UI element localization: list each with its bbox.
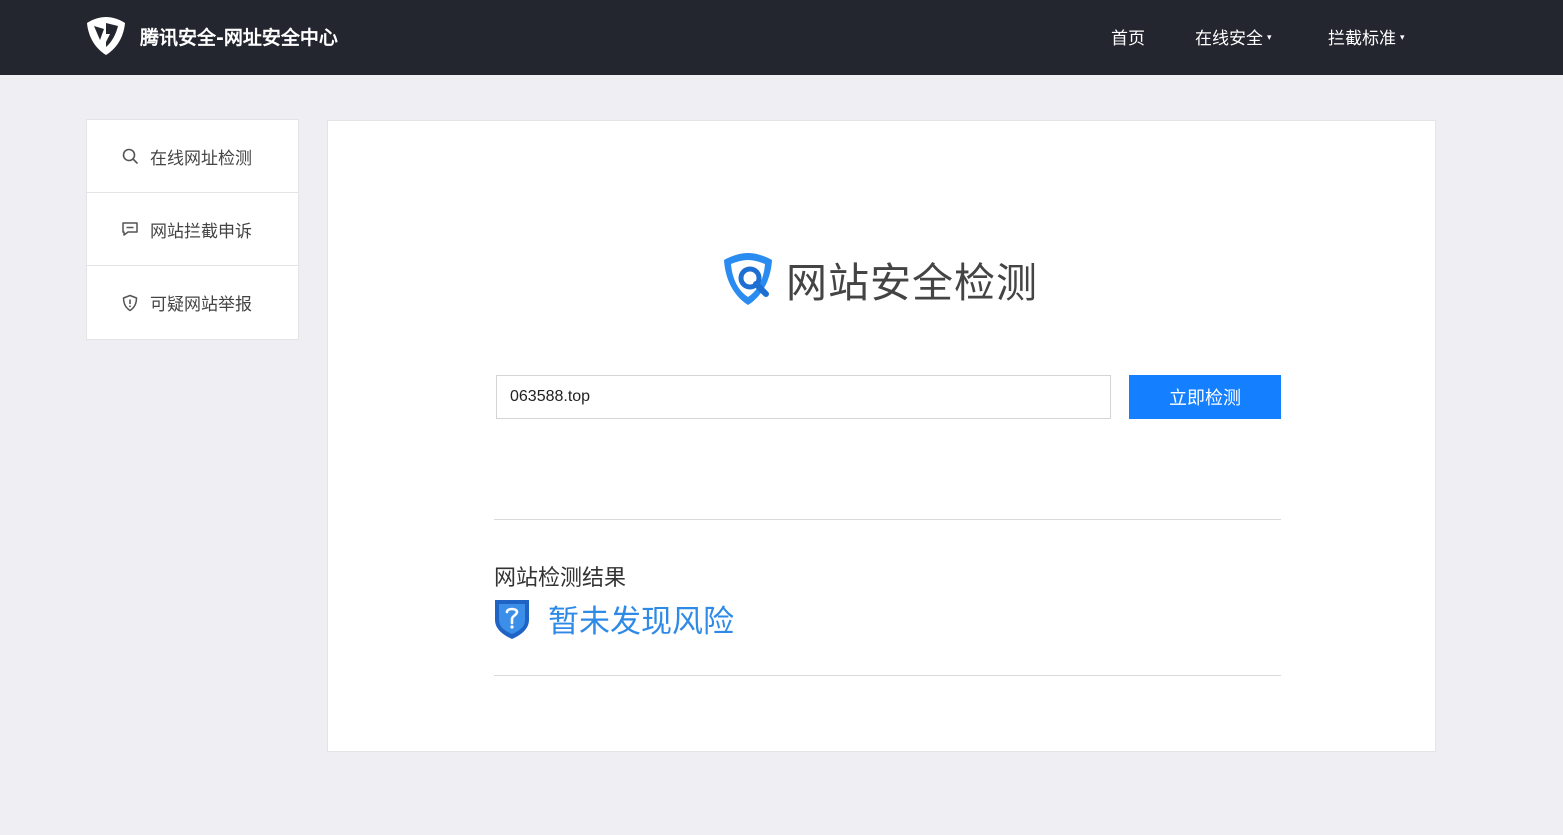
main-panel: 网站安全检测 立即检测 网站检测结果 暂未发现风险 — [327, 120, 1436, 752]
shield-search-icon — [724, 253, 772, 305]
chevron-down-icon: ▾ — [1267, 32, 1272, 43]
url-input[interactable] — [496, 375, 1111, 419]
hero-title: 网站安全检测 — [786, 259, 1038, 307]
sidebar-item-report[interactable]: 可疑网站举报 — [87, 266, 298, 339]
result-status: 暂未发现风险 — [494, 596, 734, 641]
divider — [494, 675, 1281, 676]
sidebar-item-url-check[interactable]: 在线网址检测 — [87, 120, 298, 193]
nav-block-standard-label: 拦截标准 — [1328, 29, 1396, 49]
sidebar-item-label: 可疑网站举报 — [150, 295, 252, 315]
sidebar-item-label: 网站拦截申诉 — [150, 221, 252, 242]
result-text: 暂未发现风险 — [548, 604, 734, 640]
brand[interactable]: 腾讯安全-网址安全中心 — [84, 14, 338, 58]
tencent-shield-logo-icon — [87, 17, 125, 55]
shield-question-icon — [495, 599, 529, 639]
sidebar: 在线网址检测 网站拦截申诉 可疑网站举报 — [86, 119, 299, 340]
nav-home[interactable]: 首页 — [1111, 24, 1145, 49]
chevron-down-icon: ▾ — [1400, 32, 1405, 43]
nav-home-label: 首页 — [1111, 29, 1145, 49]
hero: 网站安全检测 — [720, 249, 1038, 309]
result-title: 网站检测结果 — [494, 566, 627, 591]
divider — [494, 519, 1281, 520]
sidebar-item-label: 在线网址检测 — [150, 148, 252, 169]
top-navbar: 腾讯安全-网址安全中心 首页 在线安全 ▾ 拦截标准 ▾ — [0, 0, 1563, 75]
message-icon — [122, 222, 138, 236]
nav-online-security[interactable]: 在线安全 ▾ — [1195, 24, 1272, 49]
check-now-button[interactable]: 立即检测 — [1129, 375, 1281, 419]
nav-block-standard[interactable]: 拦截标准 ▾ — [1328, 24, 1405, 49]
shield-alert-icon — [122, 294, 138, 311]
nav-online-security-label: 在线安全 — [1195, 29, 1263, 49]
search-icon — [122, 148, 138, 164]
site-title: 腾讯安全-网址安全中心 — [140, 26, 338, 49]
sidebar-item-appeal[interactable]: 网站拦截申诉 — [87, 193, 298, 266]
